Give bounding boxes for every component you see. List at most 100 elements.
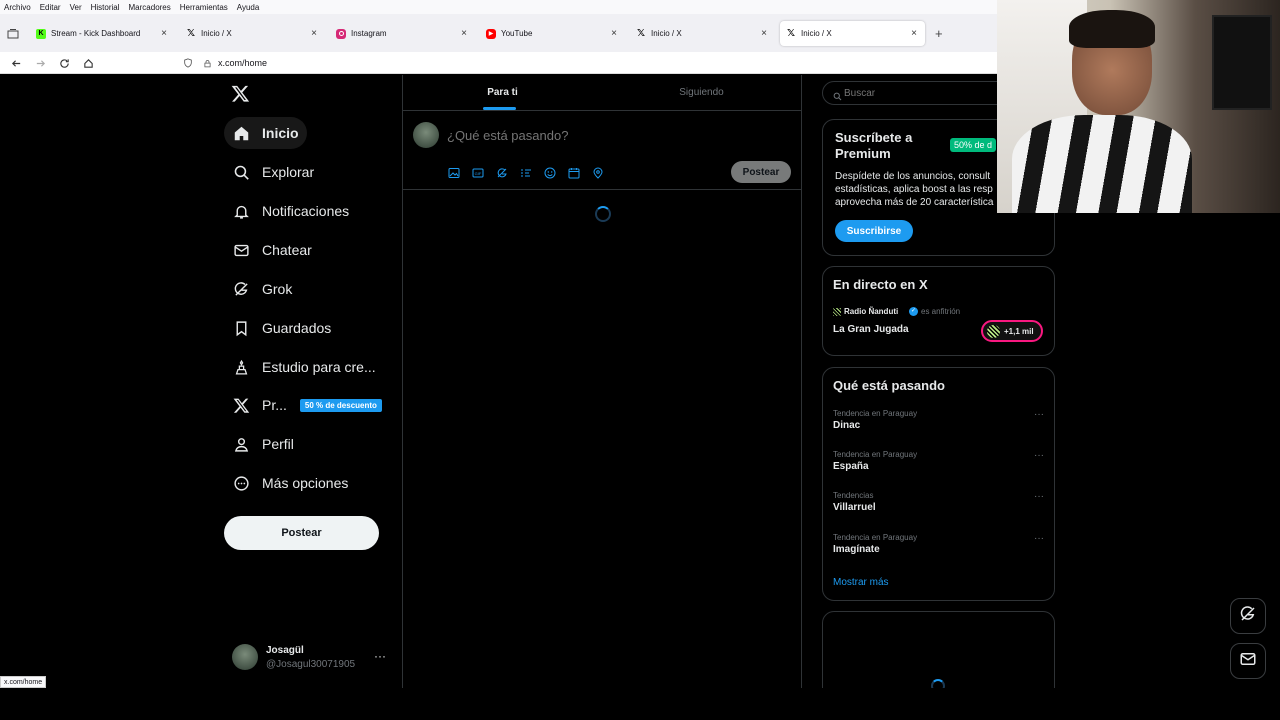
menu-editar[interactable]: Editar	[40, 3, 61, 12]
listeners-pill[interactable]: +1,1 mil	[981, 320, 1043, 342]
menu-ver[interactable]: Ver	[70, 3, 82, 12]
show-more-link[interactable]: Mostrar más	[833, 577, 889, 588]
trends-card: Qué está pasando Tendencia en Paraguay D…	[822, 367, 1055, 601]
close-icon[interactable]: ×	[609, 28, 619, 39]
close-icon[interactable]: ×	[759, 28, 769, 39]
close-icon[interactable]: ×	[309, 28, 319, 39]
search-icon	[833, 88, 842, 106]
live-title: En directo en X	[833, 277, 928, 292]
menu-historial[interactable]: Historial	[91, 3, 120, 12]
bell-icon	[232, 202, 250, 220]
x-logo[interactable]	[231, 84, 251, 104]
more-icon[interactable]: ···	[1034, 450, 1044, 461]
sidebar-item-perfil[interactable]: Perfil	[224, 428, 302, 460]
mail-icon	[1239, 650, 1257, 673]
more-icon[interactable]: ···	[1034, 533, 1044, 544]
menu-archivo[interactable]: Archivo	[4, 3, 31, 12]
sidebar-item-notificaciones[interactable]: Notificaciones	[224, 195, 357, 227]
menu-marcadores[interactable]: Marcadores	[129, 3, 171, 12]
back-button[interactable]	[8, 55, 24, 71]
schedule-icon[interactable]	[568, 166, 580, 184]
tab-bar: K Stream - Kick Dashboard × 𝕏 Inicio / X…	[0, 14, 998, 52]
menu-herramientas[interactable]: Herramientas	[180, 3, 228, 12]
premium-title: Suscríbete a Premium	[835, 130, 913, 161]
subscribe-button[interactable]: Suscribirse	[835, 220, 913, 242]
close-icon[interactable]: ×	[909, 28, 919, 39]
sidebar-item-estudio[interactable]: Estudio para cre...	[224, 351, 384, 383]
host-name: Radio Ñanduti	[844, 307, 899, 316]
close-icon[interactable]: ×	[159, 28, 169, 39]
sidebar-item-chatear[interactable]: Chatear	[224, 234, 320, 266]
tab-youtube[interactable]: ▶ YouTube ×	[480, 21, 625, 46]
bookmark-icon	[232, 319, 250, 337]
trend-item[interactable]: Tendencia en Paraguay Imagínate ···	[833, 533, 1044, 569]
reload-button[interactable]	[56, 55, 72, 71]
creator-studio-icon	[232, 358, 250, 376]
location-icon[interactable]	[592, 166, 604, 184]
account-switcher[interactable]: Josagül @Josagul30071905 ···	[224, 637, 394, 677]
sidebar-item-inicio[interactable]: Inicio	[224, 117, 307, 149]
close-icon[interactable]: ×	[459, 28, 469, 39]
radio-nanduti-logo	[833, 308, 841, 316]
home-button[interactable]	[80, 55, 96, 71]
tab-kick-dashboard[interactable]: K Stream - Kick Dashboard ×	[30, 21, 175, 46]
grok-float-button[interactable]	[1230, 598, 1266, 634]
lock-icon[interactable]	[199, 55, 215, 71]
loading-spinner	[595, 206, 611, 222]
search-icon	[232, 163, 250, 181]
image-icon[interactable]	[448, 166, 460, 184]
instagram-icon	[336, 28, 346, 39]
trend-name: Imagínate	[833, 544, 880, 555]
tab-inicio-x-2[interactable]: 𝕏 Inicio / X ×	[630, 21, 775, 46]
new-tab-button[interactable]: +	[935, 26, 943, 41]
x-icon: 𝕏	[786, 28, 796, 39]
sidebar-item-premium[interactable]: Pr... 50 % de descuento	[224, 389, 390, 421]
avatar	[232, 644, 258, 670]
live-space-row[interactable]: Radio Ñanduti ✓ es anfitrión La Gran Jug…	[833, 307, 1043, 347]
tab-overview-icon[interactable]	[7, 27, 19, 39]
emoji-icon[interactable]	[544, 166, 556, 184]
trend-name: España	[833, 461, 869, 472]
trend-item[interactable]: Tendencia en Paraguay España ···	[833, 450, 1044, 486]
tv-screen	[1212, 15, 1272, 110]
gif-icon[interactable]: GIF	[472, 166, 484, 184]
more-icon[interactable]: ···	[374, 649, 386, 663]
more-icon[interactable]: ···	[1034, 491, 1044, 502]
sidebar-item-grok[interactable]: Grok	[224, 273, 300, 305]
nav-bar	[0, 52, 998, 74]
forward-button[interactable]	[32, 55, 48, 71]
live-card: En directo en X Radio Ñanduti ✓ es anfit…	[822, 266, 1055, 356]
composer-post-button[interactable]: Postear	[731, 161, 791, 183]
sidebar-item-mas-opciones[interactable]: Más opciones	[224, 467, 356, 499]
webcam-overlay	[997, 0, 1280, 213]
tab-inicio-x-1[interactable]: 𝕏 Inicio / X ×	[180, 21, 325, 46]
sidebar-item-explorar[interactable]: Explorar	[224, 156, 322, 188]
sidebar-item-label: Chatear	[262, 242, 312, 258]
poll-icon[interactable]	[520, 166, 532, 184]
tab-siguiendo[interactable]: Siguiendo	[602, 75, 801, 111]
tab-para-ti[interactable]: Para ti	[403, 75, 602, 111]
more-circle-icon	[232, 474, 250, 492]
shield-icon[interactable]	[180, 55, 196, 71]
person-icon	[232, 435, 250, 453]
trend-item[interactable]: Tendencias Villarruel ···	[833, 491, 1044, 527]
trend-name: Villarruel	[833, 502, 876, 513]
grok-icon[interactable]	[496, 166, 508, 184]
trend-item[interactable]: Tendencia en Paraguay Dinac ···	[833, 409, 1044, 445]
tab-inicio-x-active[interactable]: 𝕏 Inicio / X ×	[780, 21, 925, 46]
mail-icon	[232, 241, 250, 259]
messages-float-button[interactable]	[1230, 643, 1266, 679]
sidebar-post-button[interactable]: Postear	[224, 516, 379, 550]
url-input[interactable]	[218, 56, 918, 70]
tab-instagram[interactable]: Instagram ×	[330, 21, 475, 46]
menu-bar: Archivo Editar Ver Historial Marcadores …	[0, 0, 998, 14]
live-show-title: La Gran Jugada	[833, 324, 909, 335]
trend-category: Tendencias	[833, 491, 874, 500]
composer-input[interactable]	[447, 126, 747, 144]
more-icon[interactable]: ···	[1034, 409, 1044, 420]
grok-icon	[1239, 605, 1257, 628]
composer: GIF Postear	[403, 112, 801, 190]
sidebar-item-guardados[interactable]: Guardados	[224, 312, 339, 344]
trend-category: Tendencia en Paraguay	[833, 450, 918, 459]
menu-ayuda[interactable]: Ayuda	[237, 3, 260, 12]
